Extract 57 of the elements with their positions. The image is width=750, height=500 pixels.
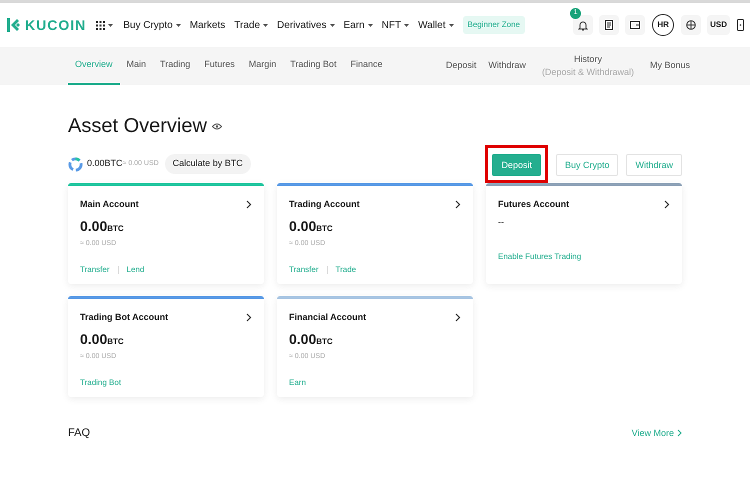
account-balance: 0.00BTC (80, 218, 124, 234)
orders-icon[interactable] (599, 15, 620, 35)
wallet-icon[interactable] (625, 15, 646, 35)
account-name: Financial Account (289, 311, 366, 324)
chevron-right-icon[interactable] (246, 313, 252, 322)
account-card[interactable]: Futures Account -- Enable Futures Trading (486, 183, 682, 284)
phone-icon[interactable] (737, 19, 744, 31)
nav-link[interactable]: NFT (382, 18, 410, 32)
account-name: Futures Account (498, 198, 570, 211)
chevron-right-icon[interactable] (455, 313, 461, 322)
page-title: Asset Overview (68, 114, 207, 139)
chevron-right-icon[interactable] (246, 200, 252, 210)
chevron-right-icon[interactable] (455, 200, 461, 210)
caret-icon (448, 24, 454, 26)
subnav-tab[interactable]: Finance (343, 47, 390, 85)
nav-link[interactable]: Markets (190, 18, 226, 32)
subnav-link[interactable]: My Bonus (650, 47, 690, 85)
caret-icon (330, 24, 334, 26)
nav-link[interactable]: Trade (234, 18, 268, 32)
donut-icon (68, 156, 83, 172)
subnav-sublabel: (Deposit & Withdrawal) (542, 66, 634, 79)
chevron-right-icon (677, 429, 682, 438)
account-balance: 0.00BTC (80, 330, 124, 346)
total-btc: 0.00BTC (87, 157, 123, 170)
subnav-tab[interactable]: Trading (153, 47, 198, 85)
logo-icon (6, 17, 22, 33)
currency-selector[interactable]: USD (707, 15, 730, 35)
bell-icon[interactable] (578, 20, 588, 30)
account-name: Trading Bot Account (80, 311, 168, 324)
subnav-link[interactable]: History (574, 53, 602, 66)
caret-icon (404, 24, 410, 26)
calculate-by-button[interactable]: Calculate by BTC (164, 154, 251, 174)
account-balance: -- (498, 216, 505, 228)
faq-heading: FAQ (68, 426, 90, 441)
subnav-tab[interactable]: Main (120, 47, 154, 85)
caret-icon (368, 24, 373, 26)
account-balance: 0.00BTC (289, 330, 333, 346)
eye-icon[interactable] (212, 122, 222, 130)
subnav-tab[interactable]: Margin (242, 47, 284, 85)
nav-link[interactable]: Buy Crypto (123, 18, 181, 32)
subnav-tab[interactable]: Trading Bot (283, 47, 344, 85)
apps-grid-icon[interactable] (96, 20, 106, 30)
chevron-right-icon[interactable] (664, 200, 670, 210)
nav-link[interactable]: Wallet (418, 18, 454, 32)
nav-link[interactable]: Earn (344, 18, 373, 32)
caret-icon (108, 24, 114, 26)
account-balance: 0.00BTC (289, 218, 333, 234)
subnav-tab[interactable]: Futures (197, 47, 242, 85)
caret-icon (263, 24, 268, 26)
account-name: Main Account (80, 198, 139, 211)
subnav-link[interactable]: Withdraw (488, 47, 526, 85)
account-name: Trading Account (289, 198, 360, 211)
globe-icon[interactable] (681, 15, 702, 35)
subnav-link[interactable]: Deposit (446, 47, 476, 85)
avatar[interactable]: HR (652, 14, 674, 36)
caret-icon (176, 24, 181, 26)
nav-link[interactable]: Derivatives (277, 18, 334, 32)
